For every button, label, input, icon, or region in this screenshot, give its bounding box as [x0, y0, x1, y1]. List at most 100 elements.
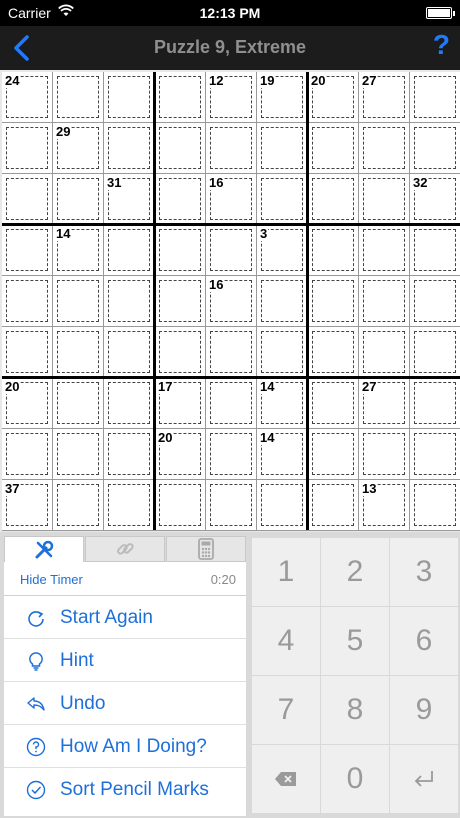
grid-cell[interactable] [308, 327, 359, 378]
grid-cell[interactable]: 14 [53, 225, 104, 276]
grid-cell[interactable] [155, 327, 206, 378]
grid-cell[interactable] [2, 327, 53, 378]
grid-cell[interactable] [206, 123, 257, 174]
grid-cell[interactable] [104, 225, 155, 276]
grid-cell[interactable] [308, 123, 359, 174]
grid-cell[interactable]: 24 [2, 72, 53, 123]
grid-cell[interactable] [410, 123, 460, 174]
key-1[interactable]: 1 [252, 538, 320, 606]
key-5[interactable]: 5 [321, 607, 389, 675]
grid-cell[interactable]: 27 [359, 378, 410, 429]
enter-key[interactable] [390, 745, 458, 813]
grid-cell[interactable] [257, 123, 308, 174]
grid-cell[interactable] [257, 174, 308, 225]
grid-cell[interactable] [410, 276, 460, 327]
grid-cell[interactable]: 13 [359, 480, 410, 531]
how-am-i-doing-button[interactable]: How Am I Doing? [4, 725, 246, 768]
key-8[interactable]: 8 [321, 676, 389, 744]
sudoku-grid[interactable]: 24 12 19 20 27 29 31 16 32 14 3 16 20 17 14 27 20 14 37 13 [2, 72, 460, 531]
grid-cell[interactable] [359, 429, 410, 480]
grid-cell[interactable]: 17 [155, 378, 206, 429]
grid-cell[interactable] [410, 429, 460, 480]
grid-cell[interactable] [257, 480, 308, 531]
grid-cell[interactable] [359, 327, 410, 378]
grid-cell[interactable] [53, 174, 104, 225]
grid-cell[interactable]: 12 [206, 72, 257, 123]
grid-cell[interactable]: 37 [2, 480, 53, 531]
tab-link[interactable] [85, 536, 165, 562]
grid-cell[interactable]: 16 [206, 276, 257, 327]
key-9[interactable]: 9 [390, 676, 458, 744]
grid-cell[interactable]: 20 [155, 429, 206, 480]
grid-cell[interactable]: 3 [257, 225, 308, 276]
grid-cell[interactable] [155, 276, 206, 327]
grid-cell[interactable] [257, 327, 308, 378]
grid-cell[interactable] [206, 480, 257, 531]
grid-cell[interactable] [155, 72, 206, 123]
grid-cell[interactable] [104, 429, 155, 480]
grid-cell[interactable] [359, 123, 410, 174]
grid-cell[interactable] [206, 327, 257, 378]
grid-cell[interactable] [359, 174, 410, 225]
key-2[interactable]: 2 [321, 538, 389, 606]
grid-cell[interactable]: 16 [206, 174, 257, 225]
grid-cell[interactable] [410, 327, 460, 378]
grid-cell[interactable]: 29 [53, 123, 104, 174]
grid-cell[interactable] [206, 225, 257, 276]
grid-cell[interactable] [104, 378, 155, 429]
grid-cell[interactable]: 20 [308, 72, 359, 123]
grid-cell[interactable]: 20 [2, 378, 53, 429]
grid-cell[interactable]: 14 [257, 378, 308, 429]
grid-cell[interactable] [155, 123, 206, 174]
grid-cell[interactable] [206, 429, 257, 480]
grid-cell[interactable] [104, 276, 155, 327]
delete-key[interactable] [252, 745, 320, 813]
grid-cell[interactable] [308, 276, 359, 327]
grid-cell[interactable] [308, 429, 359, 480]
grid-cell[interactable] [359, 276, 410, 327]
grid-cell[interactable] [410, 225, 460, 276]
grid-cell[interactable] [2, 276, 53, 327]
grid-cell[interactable] [155, 225, 206, 276]
help-button[interactable]: ? [433, 29, 450, 61]
grid-cell[interactable] [410, 72, 460, 123]
grid-cell[interactable] [2, 225, 53, 276]
grid-cell[interactable]: 32 [410, 174, 460, 225]
key-4[interactable]: 4 [252, 607, 320, 675]
grid-cell[interactable] [410, 480, 460, 531]
grid-cell[interactable] [53, 378, 104, 429]
grid-cell[interactable] [2, 429, 53, 480]
grid-cell[interactable]: 19 [257, 72, 308, 123]
key-0[interactable]: 0 [321, 745, 389, 813]
grid-cell[interactable] [359, 225, 410, 276]
grid-cell[interactable]: 31 [104, 174, 155, 225]
grid-cell[interactable] [206, 378, 257, 429]
grid-cell[interactable]: 14 [257, 429, 308, 480]
grid-cell[interactable] [155, 174, 206, 225]
sort-pencil-marks-button[interactable]: Sort Pencil Marks [4, 768, 246, 811]
tab-calculator[interactable] [166, 536, 246, 562]
grid-cell[interactable] [104, 123, 155, 174]
grid-cell[interactable] [2, 123, 53, 174]
key-3[interactable]: 3 [390, 538, 458, 606]
key-6[interactable]: 6 [390, 607, 458, 675]
grid-cell[interactable] [53, 276, 104, 327]
grid-cell[interactable] [53, 327, 104, 378]
grid-cell[interactable] [308, 225, 359, 276]
grid-cell[interactable] [53, 72, 104, 123]
grid-cell[interactable] [308, 174, 359, 225]
grid-cell[interactable] [410, 378, 460, 429]
start-again-button[interactable]: Start Again [4, 596, 246, 639]
hide-timer-button[interactable]: Hide Timer [20, 572, 83, 587]
grid-cell[interactable] [53, 429, 104, 480]
grid-cell[interactable] [53, 480, 104, 531]
grid-cell[interactable] [104, 480, 155, 531]
grid-cell[interactable] [257, 276, 308, 327]
tab-tools[interactable] [4, 536, 84, 562]
grid-cell[interactable] [308, 378, 359, 429]
grid-cell[interactable] [104, 72, 155, 123]
grid-cell[interactable]: 27 [359, 72, 410, 123]
grid-cell[interactable] [308, 480, 359, 531]
grid-cell[interactable] [155, 480, 206, 531]
undo-button[interactable]: Undo [4, 682, 246, 725]
